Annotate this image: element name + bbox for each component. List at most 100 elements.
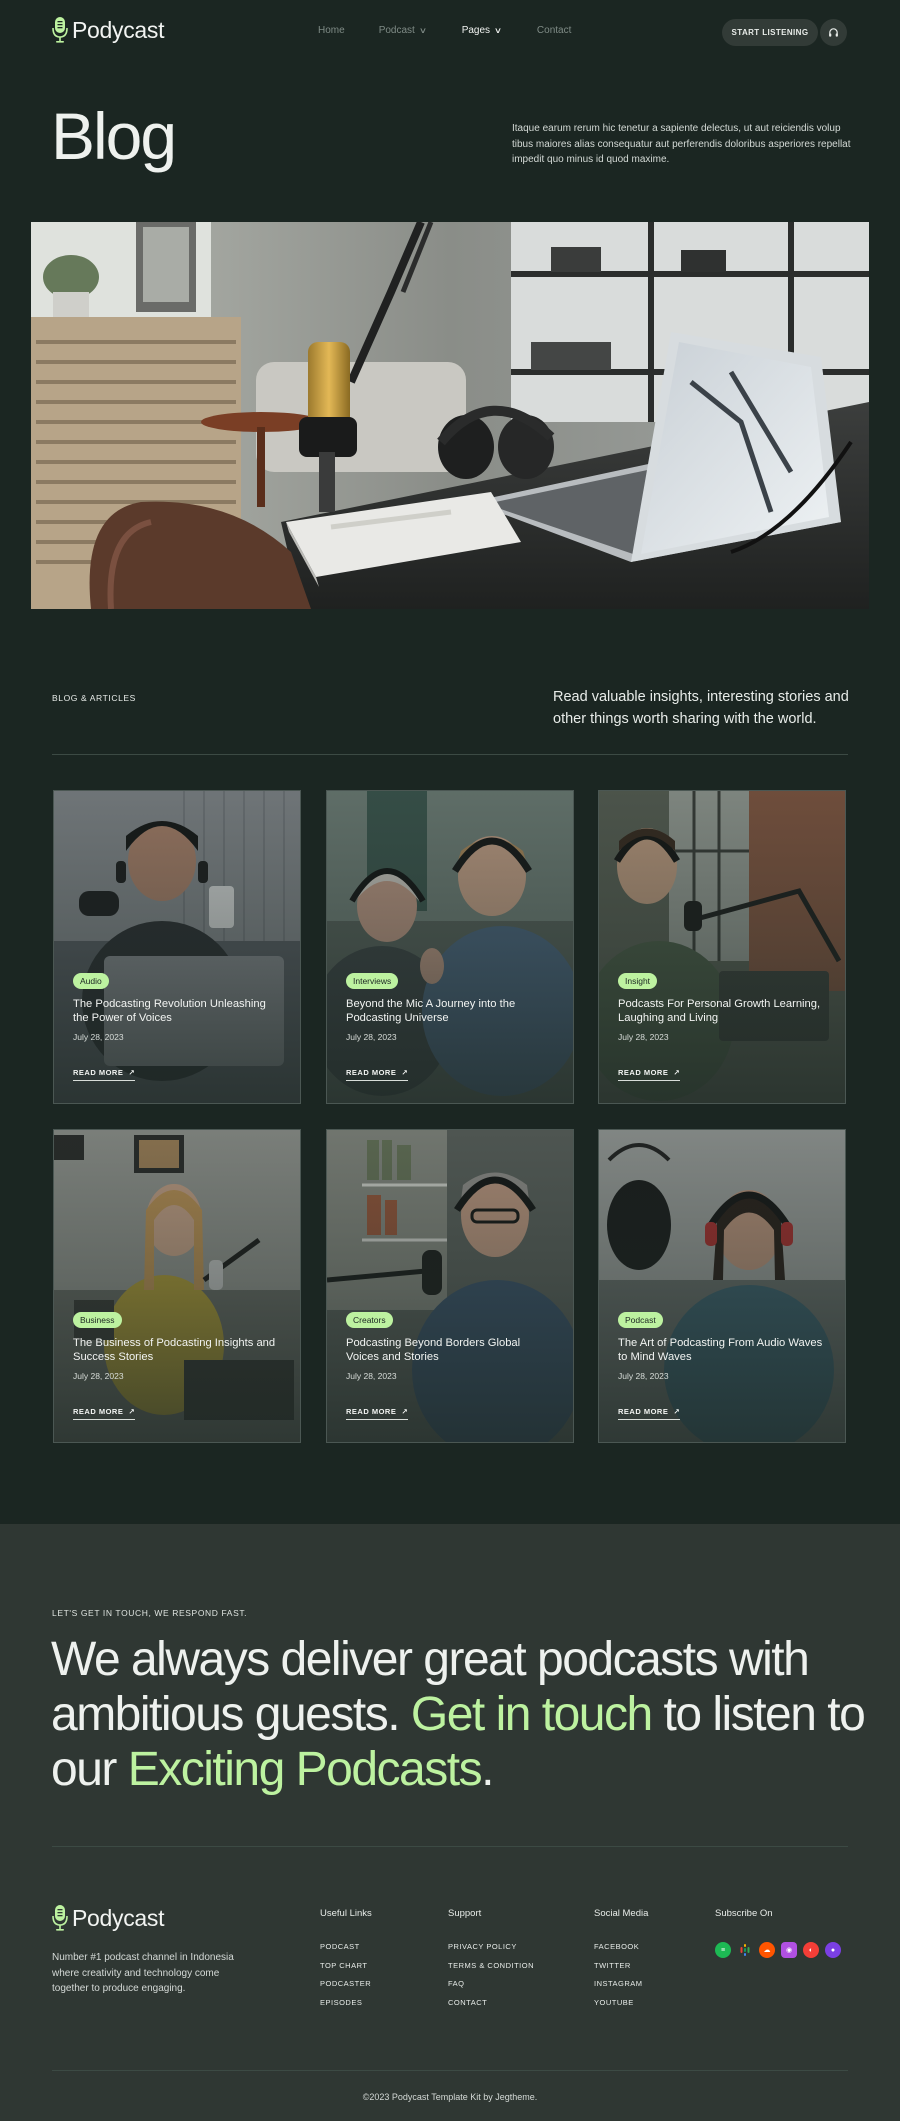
castbox-icon[interactable]: ● bbox=[825, 1942, 841, 1958]
top-nav: Podycast Home Podcast ∨ Pages ∨ Contact ST… bbox=[0, 0, 900, 62]
brand-name: Podycast bbox=[72, 16, 165, 43]
blog-card[interactable]: Insight Podcasts For Personal Growth Lea… bbox=[598, 790, 846, 1104]
spotify-icon[interactable]: ≡ bbox=[715, 1942, 731, 1958]
soundcloud-icon[interactable]: ☁ bbox=[759, 1942, 775, 1958]
footer-link[interactable]: CONTACT bbox=[448, 1998, 534, 2017]
card-title[interactable]: Podcasts For Personal Growth Learning, L… bbox=[618, 997, 823, 1025]
card-overlay bbox=[599, 791, 845, 1103]
arrow-up-right-icon: ↗ bbox=[401, 1068, 409, 1077]
brand-logo[interactable]: Podycast bbox=[52, 16, 165, 44]
nav-link-home[interactable]: Home bbox=[318, 25, 345, 36]
card-date: July 28, 2023 bbox=[618, 1371, 669, 1381]
footer-link[interactable]: PODCASTER bbox=[320, 1979, 372, 1998]
read-more-link[interactable]: READ MORE ↗ bbox=[73, 1407, 136, 1420]
card-tag[interactable]: Business bbox=[73, 1312, 122, 1328]
arrow-up-right-icon: ↗ bbox=[401, 1407, 409, 1416]
exciting-podcasts-link[interactable]: Exciting Podcasts bbox=[128, 1743, 483, 1796]
footer-link[interactable]: INSTAGRAM bbox=[594, 1979, 648, 1998]
nav-link-label: Podcast bbox=[378, 25, 415, 36]
hero-image-studio-desk bbox=[31, 222, 869, 609]
divider bbox=[52, 754, 848, 755]
read-more-link[interactable]: READ MORE ↗ bbox=[346, 1407, 409, 1420]
card-tag[interactable]: Creators bbox=[346, 1312, 393, 1328]
arrow-up-right-icon: ↗ bbox=[673, 1068, 681, 1077]
arrow-up-right-icon: ↗ bbox=[673, 1407, 681, 1416]
card-overlay bbox=[327, 791, 573, 1103]
blog-card[interactable]: Podcast The Art of Podcasting From Audio… bbox=[598, 1129, 846, 1443]
pocket-casts-icon[interactable]: ◐ bbox=[803, 1942, 819, 1958]
nav-link-label: Pages bbox=[461, 25, 491, 36]
card-overlay bbox=[327, 1130, 573, 1442]
card-tag[interactable]: Insight bbox=[618, 973, 658, 989]
footer-column-support: Support PRIVACY POLICY TERMS & CONDITION… bbox=[448, 1908, 534, 2016]
footer-link[interactable]: FAQ bbox=[448, 1979, 534, 1998]
footer-link[interactable]: YOUTUBE bbox=[594, 1998, 648, 2017]
headphones-button[interactable] bbox=[820, 19, 847, 46]
nav-link-pages[interactable]: Pages ∨ bbox=[461, 25, 502, 36]
card-tag[interactable]: Podcast bbox=[618, 1312, 663, 1328]
read-more-link[interactable]: READ MORE ↗ bbox=[618, 1068, 681, 1081]
footer-link[interactable]: EPISODES bbox=[320, 1998, 372, 2017]
copyright-text: ©2023 Podycast Template Kit by Jegtheme. bbox=[362, 2092, 538, 2102]
footer-link[interactable]: TERMS & CONDITION bbox=[448, 1961, 534, 1980]
blog-card[interactable]: Creators Podcasting Beyond Borders Globa… bbox=[326, 1129, 574, 1443]
footer-column-title: Support bbox=[448, 1908, 482, 1919]
read-more-link[interactable]: READ MORE ↗ bbox=[73, 1068, 136, 1081]
nav-link-label: Home bbox=[318, 25, 345, 36]
contact-footer-section: LET'S GET IN TOUCH, WE RESPOND FAST. We … bbox=[0, 1524, 900, 2121]
read-more-link[interactable]: READ MORE ↗ bbox=[346, 1068, 409, 1081]
contact-label: LET'S GET IN TOUCH, WE RESPOND FAST. bbox=[52, 1608, 248, 1618]
footer-column-title: Social Media bbox=[594, 1908, 649, 1919]
microphone-logo-icon bbox=[52, 17, 68, 43]
google-podcasts-icon[interactable] bbox=[737, 1942, 753, 1958]
read-more-label: READ MORE bbox=[346, 1407, 397, 1416]
blog-card[interactable]: Audio The Podcasting Revolution Unleashi… bbox=[53, 790, 301, 1104]
footer-column-subscribe: Subscribe On ≡ ☁ ◉ ◐ ● bbox=[715, 1908, 841, 1958]
read-more-label: READ MORE bbox=[346, 1068, 397, 1077]
card-title[interactable]: The Business of Podcasting Insights and … bbox=[73, 1336, 278, 1364]
footer-column-useful-links: Useful Links PODCAST TOP CHART PODCASTER… bbox=[320, 1908, 372, 2016]
contact-headline: We always deliver great podcasts with am… bbox=[51, 1632, 871, 1797]
get-in-touch-link[interactable]: Get in touch bbox=[411, 1688, 653, 1741]
nav-links: Home Podcast ∨ Pages ∨ Contact bbox=[318, 25, 571, 36]
nav-link-podcast[interactable]: Podcast ∨ bbox=[378, 25, 427, 36]
footer-brand-logo[interactable]: Podycast bbox=[52, 1904, 165, 1932]
microphone-logo-icon bbox=[52, 1905, 68, 1931]
card-tag[interactable]: Audio bbox=[73, 973, 109, 989]
footer-link[interactable]: TOP CHART bbox=[320, 1961, 372, 1980]
nav-link-contact[interactable]: Contact bbox=[537, 25, 571, 36]
card-title[interactable]: The Art of Podcasting From Audio Waves t… bbox=[618, 1336, 823, 1364]
read-more-link[interactable]: READ MORE ↗ bbox=[618, 1407, 681, 1420]
card-title[interactable]: Beyond the Mic A Journey into the Podcas… bbox=[346, 997, 551, 1025]
card-overlay bbox=[599, 1130, 845, 1442]
footer-column-title: Useful Links bbox=[320, 1908, 372, 1919]
page-title: Blog bbox=[51, 99, 177, 173]
start-listening-button[interactable]: START LISTENING bbox=[722, 19, 818, 46]
divider bbox=[52, 2070, 848, 2071]
hero-description: Itaque earum rerum hic tenetur a sapient… bbox=[512, 123, 851, 165]
arrow-up-right-icon: ↗ bbox=[128, 1068, 136, 1077]
blog-card[interactable]: Business The Business of Podcasting Insi… bbox=[53, 1129, 301, 1443]
read-more-label: READ MORE bbox=[73, 1407, 124, 1416]
card-date: July 28, 2023 bbox=[73, 1371, 124, 1381]
headphones-icon bbox=[829, 28, 838, 37]
card-date: July 28, 2023 bbox=[346, 1032, 397, 1042]
google-podcasts-glyph bbox=[740, 1944, 750, 1956]
footer-link[interactable]: FACEBOOK bbox=[594, 1942, 648, 1961]
headline-text: . bbox=[481, 1743, 494, 1796]
card-tag[interactable]: Interviews bbox=[346, 973, 399, 989]
read-more-label: READ MORE bbox=[618, 1407, 669, 1416]
card-title[interactable]: Podcasting Beyond Borders Global Voices … bbox=[346, 1336, 551, 1364]
card-title[interactable]: The Podcasting Revolution Unleashing the… bbox=[73, 997, 278, 1025]
blog-card[interactable]: Interviews Beyond the Mic A Journey into… bbox=[326, 790, 574, 1104]
card-date: July 28, 2023 bbox=[73, 1032, 124, 1042]
footer-link[interactable]: PRIVACY POLICY bbox=[448, 1942, 534, 1961]
blog-section-description: Read valuable insights, interesting stor… bbox=[553, 689, 849, 727]
footer-link[interactable]: PODCAST bbox=[320, 1942, 372, 1961]
page: Podycast Home Podcast ∨ Pages ∨ Contact ST… bbox=[0, 0, 900, 2121]
divider bbox=[52, 1846, 848, 1847]
footer-link[interactable]: TWITTER bbox=[594, 1961, 648, 1980]
apple-podcasts-icon[interactable]: ◉ bbox=[781, 1942, 797, 1958]
card-overlay bbox=[54, 791, 300, 1103]
podcast-platform-list: ≡ ☁ ◉ ◐ ● bbox=[715, 1942, 841, 1958]
